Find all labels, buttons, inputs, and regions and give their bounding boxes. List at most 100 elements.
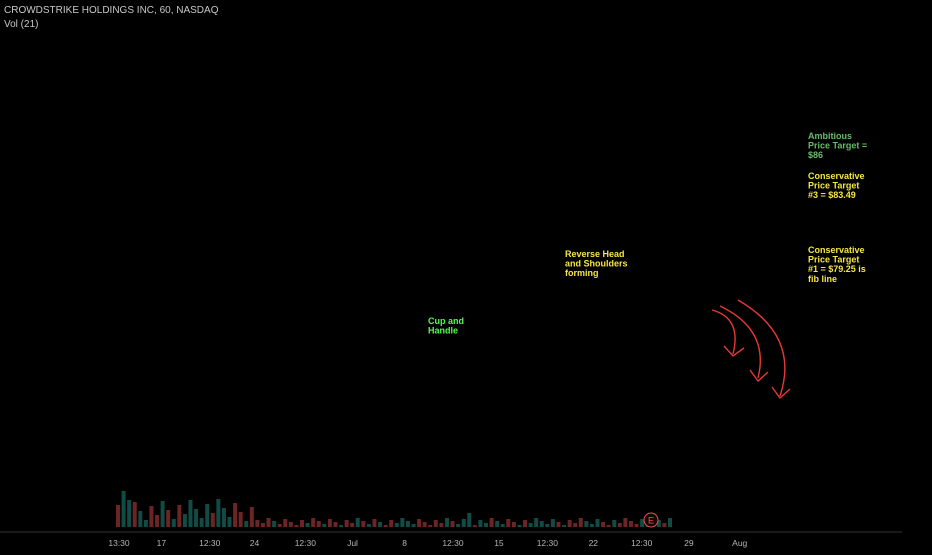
volume-bar: [662, 523, 667, 527]
time-tick-label: Jul: [347, 538, 358, 548]
time-tick-label: Aug: [732, 538, 747, 548]
volume-bar: [523, 520, 528, 527]
volume-bar: [634, 524, 639, 527]
volume-bar: [155, 515, 160, 527]
volume-bar: [316, 521, 321, 527]
volume-bar: [589, 524, 594, 527]
volume-bar: [545, 524, 550, 527]
volume-bar: [244, 521, 249, 527]
volume-bar: [221, 508, 226, 527]
volume-bar: [383, 525, 388, 527]
annotation-text: Price Target =: [808, 141, 867, 151]
drop-arrow-1: [711, 309, 736, 355]
volume-bar: [550, 519, 555, 527]
volume-bar: [238, 512, 243, 527]
time-tick-label: 8: [402, 538, 407, 548]
volume-bar: [500, 524, 505, 527]
volume-bar: [506, 519, 511, 527]
volume-bar: [394, 523, 399, 527]
volume-bar: [149, 506, 154, 527]
volume-bar: [467, 513, 472, 527]
volume-bar: [450, 521, 455, 527]
volume-bar: [562, 525, 567, 527]
volume-bar: [361, 521, 366, 527]
annotation-text: and Shoulders: [565, 259, 628, 269]
volume-bar: [283, 519, 288, 527]
volume-bar: [210, 513, 215, 527]
annotation-text: #3 = $83.49: [808, 190, 856, 200]
volume-bar: [573, 523, 578, 527]
volume-bar: [461, 519, 466, 527]
volume-bar: [539, 521, 544, 527]
volume-indicator-label[interactable]: Vol (21): [4, 19, 38, 30]
drop-arrow-3: [737, 299, 786, 397]
volume-bar: [116, 505, 120, 527]
volume-bar: [617, 523, 622, 527]
volume-bar: [199, 518, 204, 527]
volume-bar: [160, 501, 165, 527]
annotation-text: Conservative: [808, 245, 865, 255]
annotation-text: $86: [808, 150, 823, 160]
time-tick-label: 12:30: [631, 538, 653, 548]
time-tick-label: 17: [157, 538, 167, 548]
volume-bar: [366, 524, 371, 527]
volume-bar: [266, 518, 271, 527]
volume-bar: [205, 504, 210, 527]
chart-container[interactable]: 1(83.51)0.786(78.73)0.618(74.97)0.5(72.3…: [0, 0, 932, 550]
volume-bar: [127, 500, 132, 527]
volume-bar: [595, 519, 600, 527]
volume-bars: [116, 491, 672, 527]
volume-bar: [378, 522, 383, 527]
price-chart[interactable]: 1(83.51)0.786(78.73)0.618(74.97)0.5(72.3…: [0, 0, 932, 550]
volume-bar: [300, 520, 304, 527]
volume-bar: [166, 510, 171, 527]
volume-bar: [389, 520, 394, 527]
time-tick-label: 29: [684, 538, 694, 548]
volume-bar: [327, 519, 332, 527]
volume-bar: [216, 499, 221, 527]
volume-bar: [294, 525, 299, 527]
volume-bar: [612, 520, 617, 527]
volume-bar: [606, 525, 611, 527]
annotation-text: Reverse Head: [565, 249, 625, 259]
volume-bar: [628, 521, 633, 527]
volume-bar: [143, 520, 148, 527]
time-tick-label: 22: [589, 538, 599, 548]
time-tick-label: 12:30: [537, 538, 559, 548]
volume-bar: [578, 518, 583, 527]
volume-bar: [333, 522, 338, 527]
volume-bar: [433, 520, 438, 527]
volume-bar: [405, 521, 410, 527]
volume-bar: [311, 518, 316, 527]
volume-bar: [511, 522, 516, 527]
volume-bar: [233, 503, 238, 527]
volume-bar: [534, 518, 539, 527]
volume-bar: [668, 518, 672, 527]
volume-bar: [182, 514, 187, 527]
volume-bar: [444, 518, 449, 527]
volume-bar: [355, 518, 360, 527]
volume-bar: [227, 517, 232, 527]
volume-bar: [400, 518, 405, 527]
annotation-text: Ambitious: [808, 131, 852, 141]
volume-bar: [344, 520, 349, 527]
volume-bar: [556, 522, 561, 527]
time-axis: 13:30 17 12:30 24 12:30 Jul 8 12:30 15 12:30 22 12:…: [0, 531, 902, 550]
volume-bar: [372, 519, 377, 527]
volume-bar: [411, 524, 416, 527]
volume-bar: [260, 523, 265, 527]
arrows: [711, 299, 791, 400]
annotation-text: Price Target: [808, 181, 859, 191]
volume-bar: [255, 520, 260, 527]
annotation-text: Conservative: [808, 171, 865, 181]
chart-text: 1(83.51)0.786(78.73)0.618(74.97)0.5(72.3…: [428, 131, 867, 528]
volume-bar: [138, 511, 143, 527]
volume-bar: [188, 500, 193, 527]
volume-bar: [177, 505, 182, 527]
volume-bar: [428, 525, 433, 527]
volume-bar: [277, 524, 282, 527]
volume-bar: [484, 523, 488, 527]
annotation-text: Cup and: [428, 316, 464, 326]
annotation-text: Price Target: [808, 255, 859, 265]
volume-bar: [305, 523, 310, 527]
